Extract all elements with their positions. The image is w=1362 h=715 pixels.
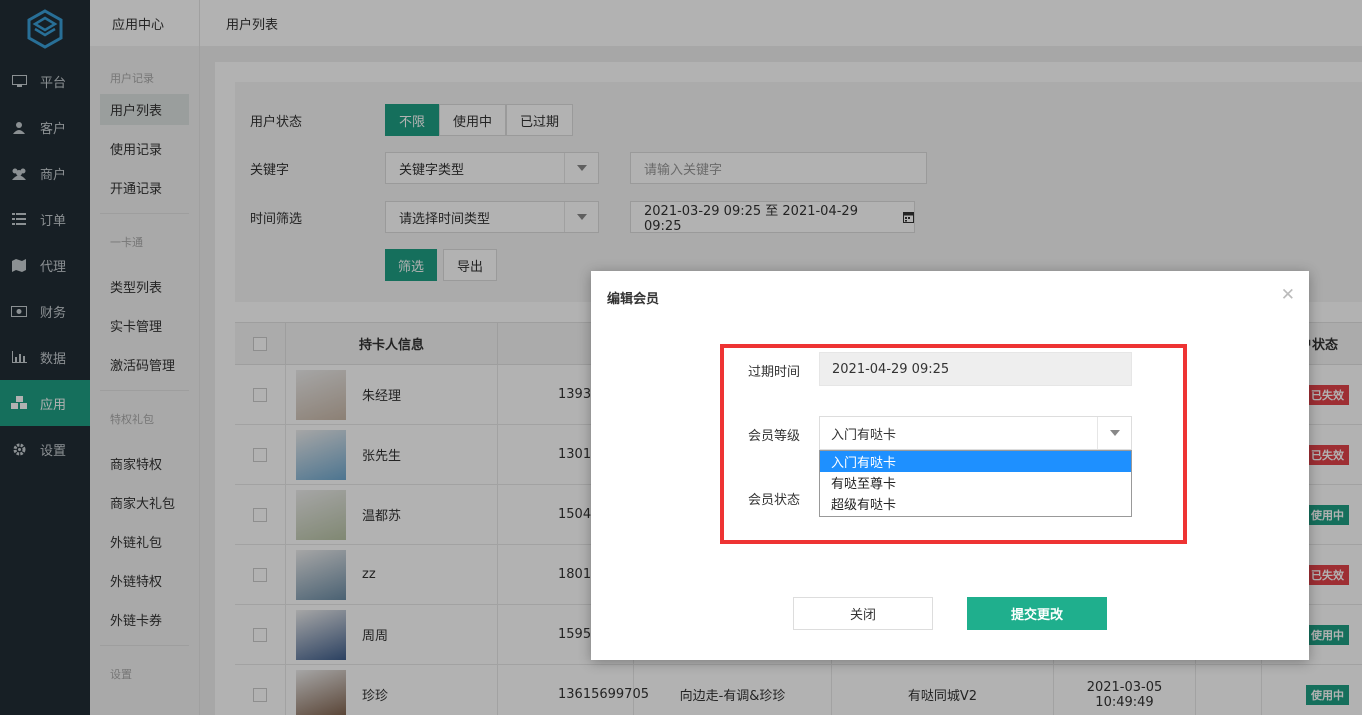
expire-time-field[interactable]: 2021-04-29 09:25 xyxy=(819,352,1132,386)
member-level-value: 入门有哒卡 xyxy=(831,427,897,443)
member-level-dropdown: 入门有哒卡 有哒至尊卡 超级有哒卡 xyxy=(819,450,1132,517)
submit-button[interactable]: 提交更改 xyxy=(967,597,1107,630)
close-button[interactable]: 关闭 xyxy=(793,597,933,630)
edit-member-dialog: 编辑会员 ✕ 过期时间 2021-04-29 09:25 会员等级 入门有哒卡 … xyxy=(591,271,1309,660)
level-option[interactable]: 有哒至尊卡 xyxy=(820,472,1131,493)
level-option[interactable]: 超级有哒卡 xyxy=(820,493,1131,514)
dialog-title: 编辑会员 xyxy=(607,291,660,307)
status-label: 会员状态 xyxy=(748,493,801,508)
expire-time-value: 2021-04-29 09:25 xyxy=(832,361,950,377)
close-icon[interactable]: ✕ xyxy=(1281,285,1295,305)
chevron-down-icon xyxy=(1097,417,1131,449)
member-level-select[interactable]: 入门有哒卡 xyxy=(819,416,1132,450)
expire-label: 过期时间 xyxy=(748,365,801,380)
level-option[interactable]: 入门有哒卡 xyxy=(820,451,1131,472)
level-label: 会员等级 xyxy=(748,429,801,444)
